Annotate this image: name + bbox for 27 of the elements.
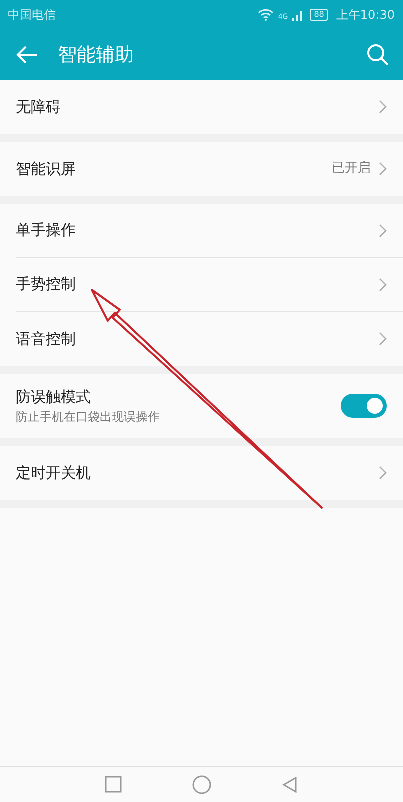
signal-icon — [292, 10, 302, 20]
battery-level: 88 — [310, 9, 328, 21]
back-icon[interactable] — [16, 46, 38, 64]
toggle-switch[interactable] — [341, 394, 387, 418]
page-title: 智能辅助 — [58, 42, 134, 68]
carrier-name: 中国电信 — [8, 7, 56, 24]
back-nav-icon[interactable] — [282, 776, 298, 792]
row-label: 无障碍 — [16, 96, 61, 118]
wifi-icon — [258, 9, 274, 21]
recents-icon[interactable] — [105, 776, 122, 793]
chevron-icon — [379, 100, 387, 114]
row-label: 单手操作 — [16, 220, 76, 242]
chevron-icon — [379, 278, 387, 292]
search-icon[interactable] — [367, 44, 389, 66]
row-label: 定时开关机 — [16, 462, 91, 484]
row-label: 手势控制 — [16, 274, 76, 296]
status-value: 已开启 — [332, 160, 371, 178]
chevron-icon — [379, 332, 387, 346]
row-label: 智能识屏 — [16, 158, 76, 180]
home-icon[interactable] — [192, 774, 212, 794]
row-description: 防止手机在口袋出现误操作 — [16, 409, 160, 426]
row-label: 防误触模式 — [16, 386, 92, 408]
chevron-icon — [379, 224, 387, 238]
chevron-icon — [379, 162, 387, 176]
chevron-icon — [379, 466, 387, 480]
clock: 上午10:30 — [336, 7, 395, 24]
row-label: 语音控制 — [16, 328, 76, 350]
